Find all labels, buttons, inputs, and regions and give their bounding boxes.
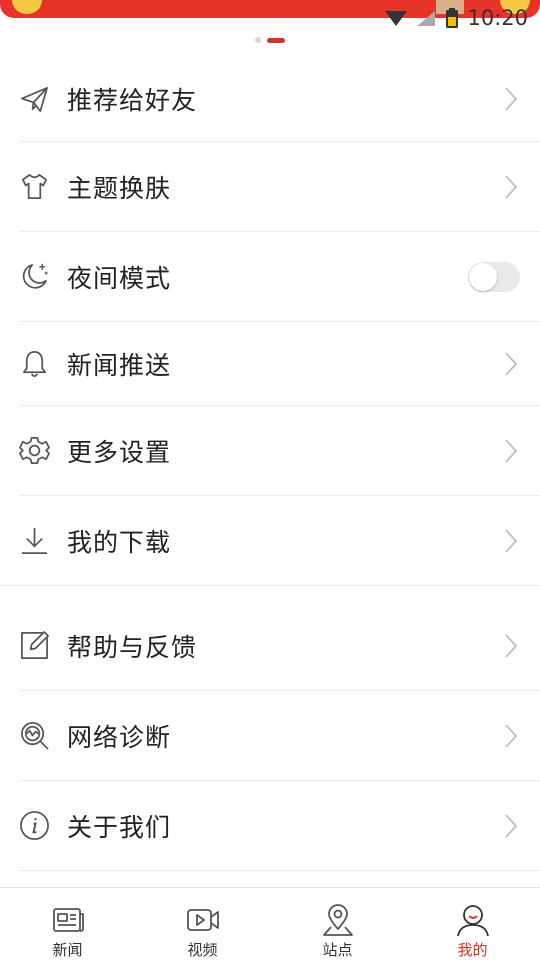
menu-item-theme[interactable]: 主题换肤: [0, 142, 540, 231]
toggle-knob: [469, 262, 497, 291]
menu-item-push[interactable]: 新闻推送: [0, 322, 540, 405]
tab-news[interactable]: 新闻: [0, 888, 135, 961]
menu-item-recommend[interactable]: 推荐给好友: [0, 57, 540, 141]
menu-label: 夜间模式: [67, 263, 172, 293]
wifi-icon: [385, 11, 408, 26]
download-icon: [19, 525, 50, 556]
moon-icon: [19, 261, 50, 292]
menu-item-feedback[interactable]: 帮助与反馈: [0, 601, 540, 690]
tab-label: 我的: [457, 941, 488, 959]
pager-dot[interactable]: [255, 37, 261, 43]
menu-label: 关于我们: [67, 812, 172, 842]
bell-icon: [19, 348, 50, 379]
tab-label: 视频: [187, 941, 218, 959]
divider: [19, 870, 540, 871]
coin-decoration: [12, 0, 42, 14]
chevron-right-icon: [505, 813, 518, 838]
chevron-right-icon: [505, 438, 518, 463]
user-icon: [456, 905, 489, 937]
chevron-right-icon: [505, 633, 518, 658]
menu-item-about[interactable]: 关于我们: [0, 781, 540, 870]
banner-pager: [0, 37, 540, 43]
section-divider: [0, 585, 540, 586]
tab-me[interactable]: 我的: [405, 888, 540, 961]
status-time: 10:20: [467, 6, 528, 30]
chevron-right-icon: [505, 528, 518, 553]
menu-label: 推荐给好友: [67, 86, 198, 115]
signal-icon: [417, 11, 436, 26]
menu-label: 新闻推送: [67, 350, 172, 380]
menu-label: 网络诊断: [67, 722, 172, 752]
menu-item-settings[interactable]: 更多设置: [0, 406, 540, 495]
battery-icon: [446, 8, 459, 28]
chevron-right-icon: [505, 351, 518, 376]
menu-label: 更多设置: [67, 437, 172, 467]
news-icon: [52, 908, 84, 932]
paper-plane-icon: [19, 84, 50, 115]
chevron-right-icon: [505, 87, 518, 111]
menu-item-network-diagnose[interactable]: 网络诊断: [0, 691, 540, 780]
tshirt-icon: [19, 171, 50, 202]
night-mode-toggle[interactable]: [468, 261, 520, 292]
tab-sites[interactable]: 站点: [270, 888, 405, 961]
edit-icon: [19, 630, 50, 661]
menu-label: 我的下载: [67, 527, 172, 557]
location-pin-icon: [322, 904, 353, 936]
bottom-nav: 新闻 视频 站点 我的: [0, 887, 540, 961]
pager-dot-active[interactable]: [267, 37, 285, 43]
menu-item-night-mode[interactable]: 夜间模式: [0, 232, 540, 321]
video-icon: [186, 909, 219, 931]
status-bar: 10:20: [385, 4, 528, 32]
gear-icon: [19, 435, 50, 466]
menu-item-downloads[interactable]: 我的下载: [0, 496, 540, 585]
tab-label: 新闻: [52, 941, 83, 959]
tab-label: 站点: [322, 941, 353, 959]
menu-label: 帮助与反馈: [67, 632, 198, 662]
tab-video[interactable]: 视频: [135, 888, 270, 961]
menu-label: 主题换肤: [67, 173, 172, 203]
chevron-right-icon: [505, 723, 518, 748]
chevron-right-icon: [505, 174, 518, 199]
info-icon: [19, 810, 50, 841]
network-search-icon: [19, 720, 50, 751]
